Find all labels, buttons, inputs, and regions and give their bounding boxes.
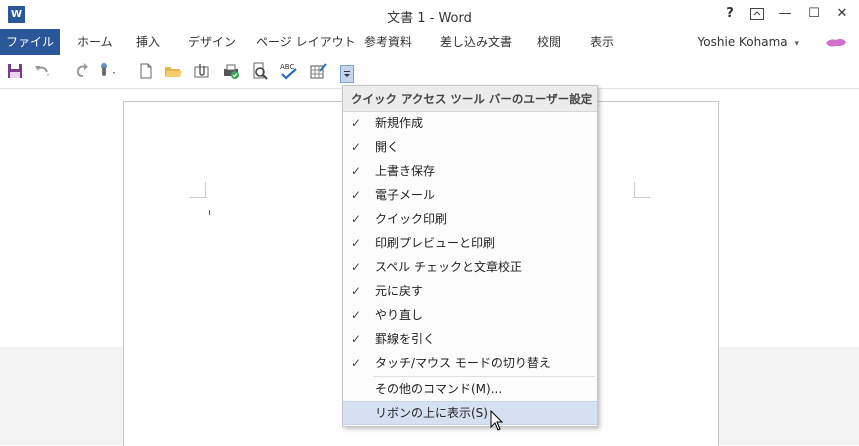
menu-item-label: 罫線を引く xyxy=(375,332,436,346)
menu-item-label: リボンの上に表示(S) xyxy=(375,406,488,420)
menu-item-show-above-ribbon[interactable]: リボンの上に表示(S) xyxy=(343,401,597,425)
menu-item-label: その他のコマンド(M)... xyxy=(375,382,503,396)
tab-mailings[interactable]: 差し込み文書 xyxy=(440,29,512,55)
tab-page-layout[interactable]: ページ レイアウト xyxy=(256,29,356,55)
check-icon: ✓ xyxy=(351,356,362,370)
quick-access-toolbar: ABC xyxy=(0,55,859,89)
undo-icon[interactable] xyxy=(32,61,52,81)
menu-item-touch-mode[interactable]: ✓ タッチ/マウス モードの切り替え xyxy=(343,351,597,375)
spelling-check-icon[interactable]: ABC xyxy=(279,61,299,81)
menu-header: クイック アクセス ツール バーのユーザー設定 xyxy=(343,86,597,112)
save-icon[interactable] xyxy=(5,61,25,81)
quick-print-icon[interactable] xyxy=(221,61,241,81)
menu-item-new[interactable]: ✓ 新規作成 xyxy=(343,111,597,135)
check-icon: ✓ xyxy=(351,260,362,274)
menu-item-label: スペル チェックと文章校正 xyxy=(375,260,522,274)
tab-view[interactable]: 表示 xyxy=(590,29,614,55)
user-name: Yoshie Kohama xyxy=(697,35,788,49)
menu-item-label: 元に戻す xyxy=(375,284,424,298)
check-icon: ✓ xyxy=(351,212,362,226)
ribbon-display-options-button[interactable] xyxy=(745,4,769,24)
text-cursor xyxy=(209,210,210,215)
svg-text:ABC: ABC xyxy=(280,63,294,71)
check-icon: ✓ xyxy=(351,236,362,250)
check-icon: ✓ xyxy=(351,332,362,346)
mouse-pointer-icon xyxy=(490,410,504,431)
menu-item-undo[interactable]: ✓ 元に戻す xyxy=(343,279,597,303)
menu-item-spelling[interactable]: ✓ スペル チェックと文章校正 xyxy=(343,255,597,279)
menu-item-label: 新規作成 xyxy=(375,116,424,130)
crop-mark-right xyxy=(634,182,650,198)
menu-item-label: 開く xyxy=(375,140,400,154)
menu-item-redo[interactable]: ✓ やり直し xyxy=(343,303,597,327)
check-icon: ✓ xyxy=(351,188,362,202)
tab-home[interactable]: ホーム xyxy=(77,29,113,55)
menu-item-draw-table[interactable]: ✓ 罫線を引く xyxy=(343,327,597,351)
menu-item-label: やり直し xyxy=(375,308,424,322)
tab-design[interactable]: デザイン xyxy=(188,29,236,55)
ribbon-display-icon xyxy=(750,8,764,20)
crop-mark-left xyxy=(190,182,206,198)
check-icon: ✓ xyxy=(351,308,362,322)
ribbon-tabs: ファイル ホーム 挿入 デザイン ページ レイアウト 参考資料 差し込み文書 校… xyxy=(0,29,859,55)
new-document-icon[interactable] xyxy=(136,61,156,81)
redo-icon[interactable] xyxy=(72,61,92,81)
customize-qat-menu: クイック アクセス ツール バーのユーザー設定 ✓ 新規作成 ✓ 開く ✓ 上書き保存… xyxy=(342,85,598,427)
tab-insert[interactable]: 挿入 xyxy=(136,29,160,55)
menu-item-quick-print[interactable]: ✓ クイック印刷 xyxy=(343,207,597,231)
menu-item-save[interactable]: ✓ 上書き保存 xyxy=(343,159,597,183)
user-caret-icon: ▾ xyxy=(794,39,799,49)
email-attach-icon[interactable] xyxy=(192,61,212,81)
menu-item-label: タッチ/マウス モードの切り替え xyxy=(375,356,551,370)
touch-mode-icon[interactable] xyxy=(96,61,116,81)
minimize-button[interactable]: — xyxy=(773,4,797,24)
check-icon: ✓ xyxy=(351,116,362,130)
check-icon: ✓ xyxy=(351,284,362,298)
close-button[interactable]: ✕ xyxy=(830,4,854,24)
draw-table-icon[interactable] xyxy=(308,61,328,81)
menu-item-open[interactable]: ✓ 開く xyxy=(343,135,597,159)
tab-file[interactable]: ファイル xyxy=(0,29,60,55)
help-button[interactable]: ? xyxy=(718,4,742,24)
menu-item-more-commands[interactable]: その他のコマンド(M)... xyxy=(343,377,597,401)
maximize-button[interactable]: ☐ xyxy=(802,4,826,24)
menu-item-label: 上書き保存 xyxy=(375,164,436,178)
customize-dropdown-icon[interactable] xyxy=(340,65,354,83)
menu-item-email[interactable]: ✓ 電子メール xyxy=(343,183,597,207)
check-icon: ✓ xyxy=(351,140,362,154)
check-icon: ✓ xyxy=(351,164,362,178)
open-folder-icon[interactable] xyxy=(163,61,183,81)
avatar[interactable] xyxy=(824,37,848,49)
menu-item-label: クイック印刷 xyxy=(375,212,448,226)
menu-item-label: 印刷プレビューと印刷 xyxy=(375,236,496,250)
menu-item-label: 電子メール xyxy=(375,188,436,202)
menu-item-print-preview[interactable]: ✓ 印刷プレビューと印刷 xyxy=(343,231,597,255)
tab-review[interactable]: 校閲 xyxy=(537,29,561,55)
tab-references[interactable]: 参考資料 xyxy=(364,29,412,55)
user-account[interactable]: Yoshie Kohama ▾ xyxy=(698,29,799,57)
title-bar: W 文書 1 - Word ? — ☐ ✕ xyxy=(0,0,859,29)
print-preview-icon[interactable] xyxy=(250,61,270,81)
